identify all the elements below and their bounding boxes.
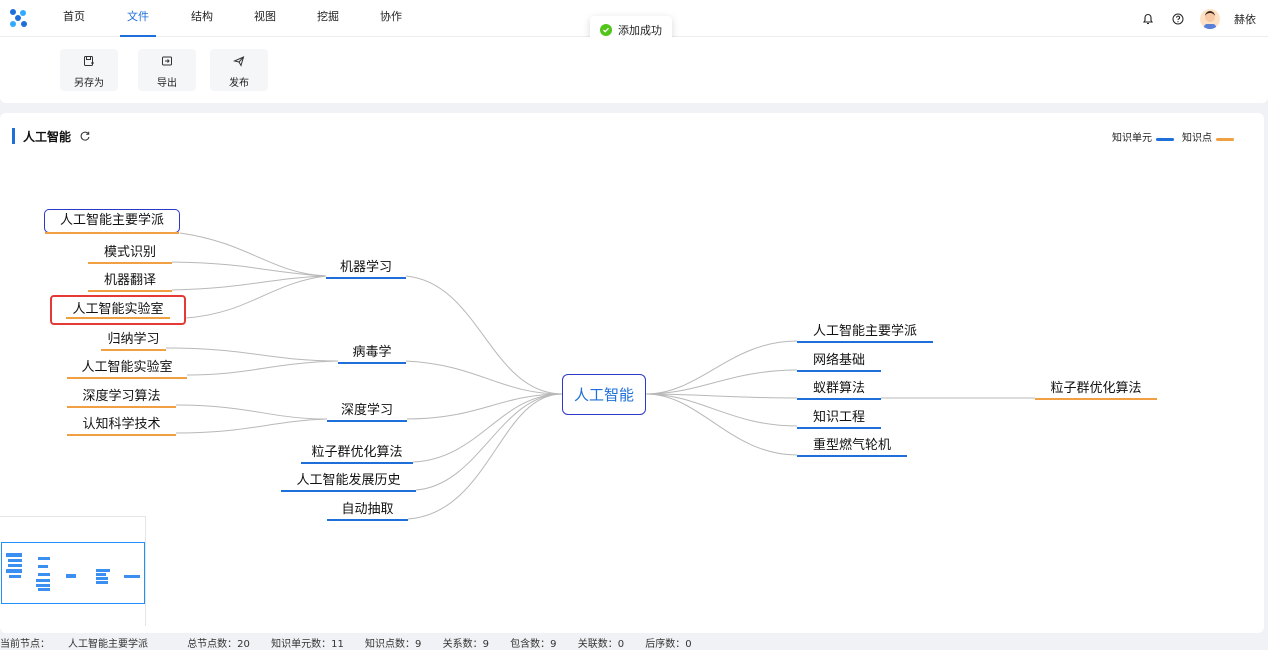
leaf-node[interactable]: 认知科学技术 xyxy=(67,413,176,436)
minimap[interactable] xyxy=(0,516,146,626)
publish-label: 发布 xyxy=(229,77,249,89)
publish-button[interactable]: 发布 xyxy=(210,49,268,91)
branch-node[interactable]: 人工智能主要学派 xyxy=(797,320,933,343)
success-check-icon xyxy=(600,24,612,36)
status-contains: 包含数：9 xyxy=(510,639,557,650)
tab-view[interactable]: 视图 xyxy=(254,0,276,37)
export-button[interactable]: 导出 xyxy=(138,49,196,91)
leaf-node[interactable]: 人工智能实验室 xyxy=(67,356,187,379)
branch-node[interactable]: 自动抽取 xyxy=(327,498,408,521)
tab-file[interactable]: 文件 xyxy=(120,0,156,37)
save-as-icon xyxy=(83,52,95,71)
export-label: 导出 xyxy=(157,77,177,89)
leaf-node[interactable]: 模式识别 xyxy=(88,241,172,264)
status-units: 知识单元数：11 xyxy=(271,639,344,650)
tab-home[interactable]: 首页 xyxy=(63,0,85,37)
branch-node[interactable]: 粒子群优化算法 xyxy=(301,441,413,464)
user-name[interactable]: 赫依 xyxy=(1234,11,1256,27)
status-associations: 关联数：0 xyxy=(577,639,625,650)
leaf-node[interactable]: 机器翻译 xyxy=(88,269,172,292)
toast-text: 添加成功 xyxy=(618,24,662,37)
root-node[interactable]: 人工智能 xyxy=(562,374,646,415)
notification-bell-icon[interactable] xyxy=(1140,11,1156,27)
branch-node[interactable]: 病毒学 xyxy=(338,341,406,364)
branch-node[interactable]: 人工智能发展历史 xyxy=(281,469,416,492)
minimap-preview xyxy=(6,553,140,591)
status-total-nodes: 总节点数：20 xyxy=(187,639,250,650)
tab-structure[interactable]: 结构 xyxy=(191,0,213,37)
status-points: 知识点数：9 xyxy=(365,639,422,650)
publish-icon xyxy=(232,52,245,71)
user-avatar[interactable] xyxy=(1200,8,1220,29)
status-sequence: 后序数：0 xyxy=(645,639,692,650)
branch-node[interactable]: 深度学习 xyxy=(327,399,407,422)
save-as-button[interactable]: 另存为 xyxy=(60,49,118,91)
help-icon[interactable] xyxy=(1170,11,1186,27)
leaf-node[interactable]: 深度学习算法 xyxy=(67,385,176,408)
leaf-node-selected[interactable]: 人工智能主要学派 xyxy=(44,209,180,234)
mindmap-connectors xyxy=(165,232,1035,520)
status-current-node: 当前节点： 人工智能主要学派 xyxy=(0,639,148,650)
branch-node[interactable]: 重型燃气轮机 xyxy=(797,434,907,457)
tab-collaboration[interactable]: 协作 xyxy=(380,0,402,37)
branch-node[interactable]: 知识工程 xyxy=(797,406,881,429)
branch-node[interactable]: 机器学习 xyxy=(326,256,406,279)
leaf-node[interactable]: 归纳学习 xyxy=(101,328,166,351)
app-logo[interactable] xyxy=(10,9,28,27)
branch-node[interactable]: 网络基础 xyxy=(797,349,881,372)
export-icon xyxy=(161,52,173,71)
leaf-node-highlighted[interactable]: 人工智能实验室 xyxy=(50,295,186,325)
status-bar: 当前节点： 人工智能主要学派 总节点数：20 知识单元数：11 知识点数：9 关系… xyxy=(0,635,710,650)
save-as-label: 另存为 xyxy=(74,77,104,89)
branch-node[interactable]: 蚁群算法 xyxy=(797,377,881,400)
status-relations: 关系数：9 xyxy=(442,639,489,650)
leaf-node[interactable]: 粒子群优化算法 xyxy=(1035,377,1157,400)
mindmap: 人工智能主要学派 模式识别 机器翻译 人工智能实验室 归纳学习 人工智能实验室 … xyxy=(0,113,1264,633)
tab-mining[interactable]: 挖掘 xyxy=(317,0,339,37)
file-toolbar: 另存为 导出 发布 xyxy=(0,37,1268,103)
